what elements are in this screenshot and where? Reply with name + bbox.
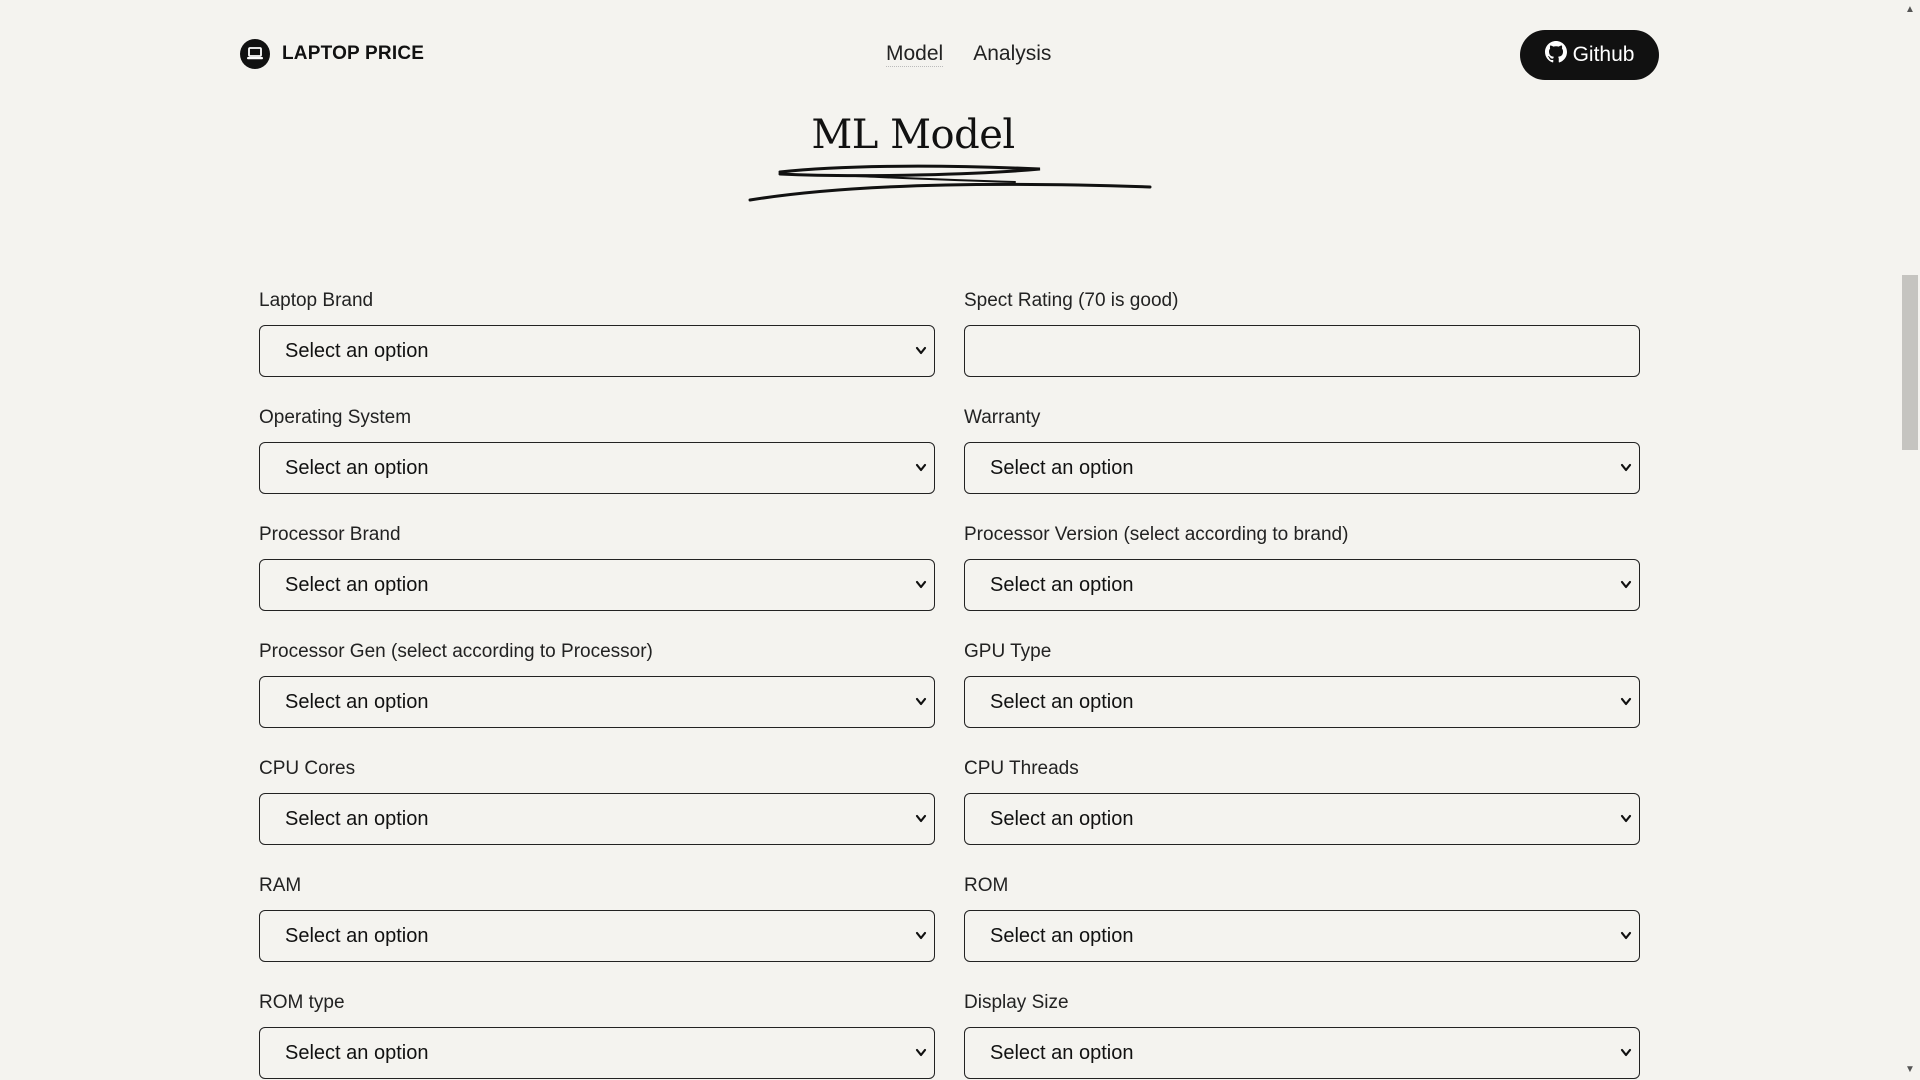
- select-value: Select an option: [990, 690, 1134, 713]
- chevron-down-icon: [914, 341, 928, 366]
- logo-text: LAPTOP PRICE: [282, 43, 425, 64]
- chevron-down-icon: [1619, 809, 1633, 834]
- chevron-down-icon: [1619, 926, 1633, 951]
- chevron-down-icon: [914, 692, 928, 717]
- field-label: ROM type: [259, 992, 345, 1013]
- select-value: Select an option: [285, 456, 429, 479]
- field-label: Processor Brand: [259, 524, 401, 545]
- select-value: Select an option: [285, 1041, 429, 1064]
- field-label: GPU Type: [964, 641, 1052, 662]
- header: LAPTOP PRICE Model Analysis Github: [0, 0, 1900, 110]
- form-field: Spect Rating (70 is good): [964, 290, 1640, 377]
- form-field: Laptop Brand Select an option: [259, 290, 935, 377]
- form-field: Operating System Select an option: [259, 407, 935, 494]
- chevron-down-icon: [1619, 575, 1633, 600]
- logo-link[interactable]: LAPTOP PRICE: [240, 39, 424, 69]
- select-value: Select an option: [285, 690, 429, 713]
- chevron-down-icon: [1619, 1043, 1633, 1068]
- title-wrap: ML Model: [0, 112, 1826, 158]
- page-title: ML Model: [811, 112, 1015, 158]
- select-dropdown[interactable]: Select an option: [964, 559, 1640, 611]
- select-dropdown[interactable]: Select an option: [964, 910, 1640, 962]
- select-dropdown[interactable]: Select an option: [259, 793, 935, 845]
- select-value: Select an option: [990, 573, 1134, 596]
- select-value: Select an option: [285, 807, 429, 830]
- select-dropdown[interactable]: Select an option: [259, 1027, 935, 1079]
- form-field: Display Size Select an option: [964, 992, 1640, 1079]
- chevron-down-icon: [914, 575, 928, 600]
- form-field: CPU Threads Select an option: [964, 758, 1640, 845]
- page: LAPTOP PRICE Model Analysis Github ML Mo…: [0, 0, 1920, 1080]
- form-field: Processor Brand Select an option: [259, 524, 935, 611]
- select-value: Select an option: [285, 339, 429, 362]
- nav-model[interactable]: Model: [886, 42, 944, 67]
- select-dropdown[interactable]: Select an option: [964, 1027, 1640, 1079]
- select-dropdown[interactable]: Select an option: [259, 559, 935, 611]
- prediction-form: Laptop Brand Select an option Spect Rating…: [259, 290, 1640, 1079]
- form-field: Warranty Select an option: [964, 407, 1640, 494]
- field-label: Display Size: [964, 992, 1069, 1013]
- select-dropdown[interactable]: Select an option: [964, 676, 1640, 728]
- chevron-down-icon: [914, 1043, 928, 1068]
- spec-rating-input[interactable]: [964, 325, 1640, 377]
- select-value: Select an option: [990, 924, 1134, 947]
- select-value: Select an option: [990, 456, 1134, 479]
- scroll-thumb[interactable]: [1902, 275, 1918, 450]
- form-field: Processor Version (select according to b…: [964, 524, 1640, 611]
- main-nav: Model Analysis: [886, 42, 1051, 67]
- select-dropdown[interactable]: Select an option: [259, 325, 935, 377]
- field-label: ROM: [964, 875, 1009, 896]
- chevron-down-icon: [1619, 458, 1633, 483]
- field-label: Warranty: [964, 407, 1041, 428]
- field-label: Spect Rating (70 is good): [964, 290, 1179, 311]
- form-field: CPU Cores Select an option: [259, 758, 935, 845]
- form-field: ROM Select an option: [964, 875, 1640, 962]
- field-label: Processor Gen (select according to Proce…: [259, 641, 653, 662]
- chevron-down-icon: [914, 926, 928, 951]
- field-label: Processor Version (select according to b…: [964, 524, 1349, 545]
- form-field: GPU Type Select an option: [964, 641, 1640, 728]
- select-dropdown[interactable]: Select an option: [259, 676, 935, 728]
- field-label: CPU Cores: [259, 758, 356, 779]
- form-field: RAM Select an option: [259, 875, 935, 962]
- field-label: Laptop Brand: [259, 290, 374, 311]
- chevron-down-icon: [1619, 692, 1633, 717]
- select-value: Select an option: [990, 1041, 1134, 1064]
- chevron-down-icon: [914, 809, 928, 834]
- github-label: Github: [1572, 43, 1635, 66]
- form-field: ROM type Select an option: [259, 992, 935, 1079]
- field-label: Operating System: [259, 407, 412, 428]
- form-field: Processor Gen (select according to Proce…: [259, 641, 935, 728]
- select-dropdown[interactable]: Select an option: [964, 793, 1640, 845]
- scrollbar[interactable]: ▲ ▼: [1900, 0, 1920, 1080]
- scribble-underline: [748, 164, 1152, 202]
- scroll-down-arrow-icon[interactable]: ▼: [1904, 1064, 1916, 1076]
- github-icon: [1544, 41, 1567, 69]
- scroll-up-arrow-icon[interactable]: ▲: [1904, 4, 1916, 16]
- select-dropdown[interactable]: Select an option: [259, 910, 935, 962]
- select-dropdown[interactable]: Select an option: [964, 442, 1640, 494]
- github-button[interactable]: Github: [1520, 30, 1659, 80]
- nav-analysis[interactable]: Analysis: [973, 42, 1051, 67]
- select-value: Select an option: [285, 573, 429, 596]
- select-dropdown[interactable]: Select an option: [259, 442, 935, 494]
- select-value: Select an option: [285, 924, 429, 947]
- field-label: CPU Threads: [964, 758, 1079, 779]
- laptop-icon: [240, 39, 270, 69]
- field-label: RAM: [259, 875, 302, 896]
- chevron-down-icon: [914, 458, 928, 483]
- select-value: Select an option: [990, 807, 1134, 830]
